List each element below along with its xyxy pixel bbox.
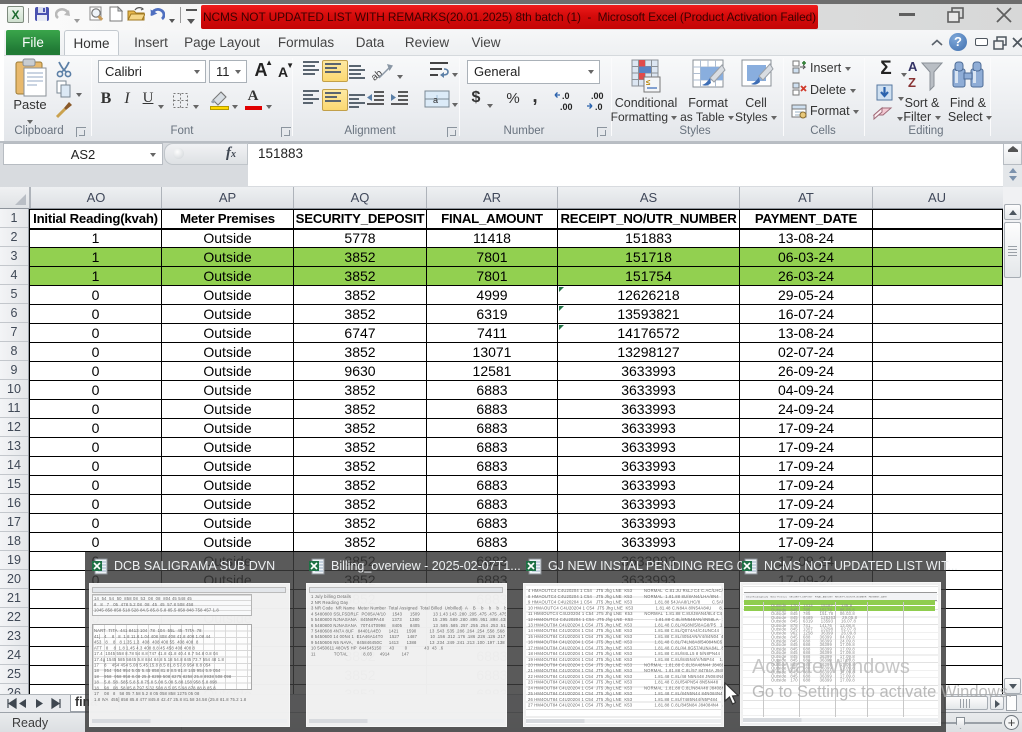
svg-text:A: A xyxy=(908,59,918,74)
svg-text:.0: .0 xyxy=(562,91,570,101)
svg-text:.00: .00 xyxy=(560,102,573,112)
svg-text:≤: ≤ xyxy=(646,78,651,87)
svg-text:.0: .0 xyxy=(595,102,603,112)
svg-text:ab: ab xyxy=(370,68,385,83)
svg-text:a: a xyxy=(433,95,438,105)
svg-text:Z: Z xyxy=(908,75,916,90)
svg-text:.00: .00 xyxy=(591,91,604,101)
